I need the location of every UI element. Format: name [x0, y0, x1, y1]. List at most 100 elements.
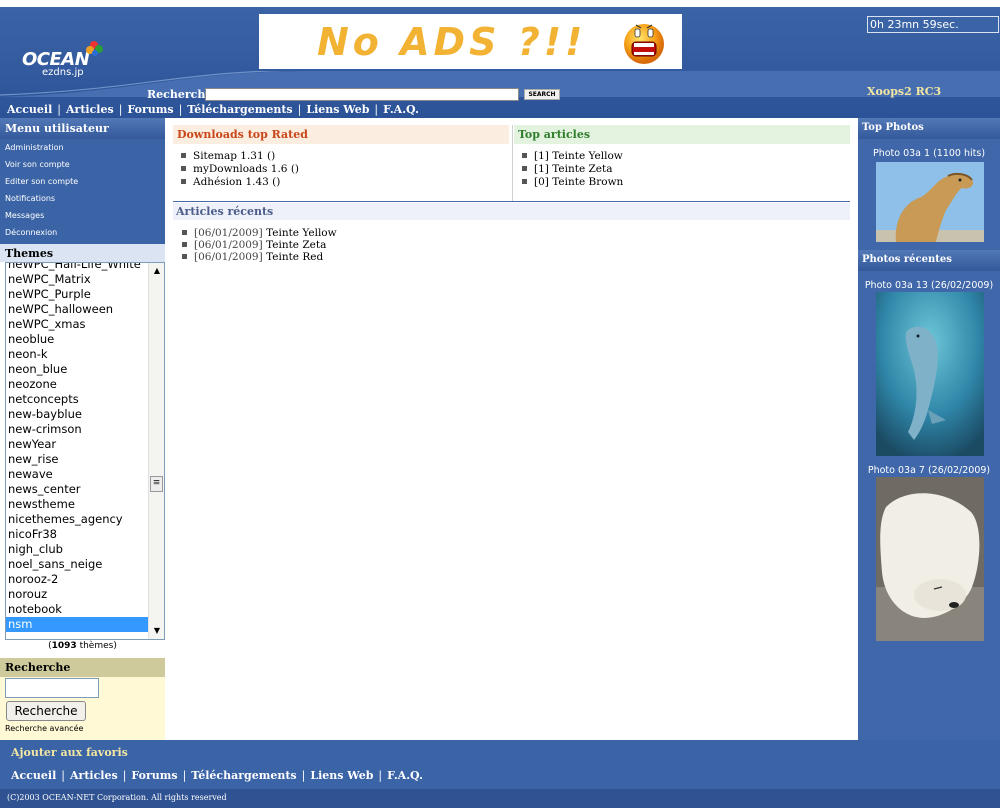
list-item[interactable]: [1] Teinte Yellow [522, 150, 850, 163]
top-photos-title: Top Photos [858, 118, 1000, 139]
bullet-icon [182, 230, 187, 235]
right-sidebar: Top Photos Photo 03a 1 (1100 hits) Photo… [858, 118, 1000, 740]
theme-option[interactable]: netconcepts [6, 392, 149, 407]
list-item[interactable]: myDownloads 1.6 () [181, 163, 509, 176]
article-link[interactable]: Teinte Zeta [266, 239, 326, 251]
theme-option[interactable]: new-crimson [6, 422, 149, 437]
recent-articles-block: Articles récents [06/01/2009] Teinte Yel… [173, 203, 850, 263]
footer-nav-liens-web[interactable]: Liens Web [310, 769, 373, 782]
list-item[interactable]: Adhésion 1.43 () [181, 176, 509, 189]
theme-option[interactable]: notebook [6, 602, 149, 617]
theme-option[interactable]: neWPC_Purple [6, 287, 149, 302]
theme-option[interactable]: news_center [6, 482, 149, 497]
footer-nav-articles[interactable]: Articles [70, 769, 118, 782]
list-item[interactable]: [1] Teinte Zeta [522, 163, 850, 176]
themes-count: (1093 thèmes) [48, 641, 117, 651]
theme-option[interactable]: neWPC_Half-Life_White [6, 263, 149, 272]
theme-option[interactable]: newstheme [6, 497, 149, 512]
nav-accueil[interactable]: Accueil [7, 103, 52, 116]
add-to-favorites-link[interactable]: Ajouter aux favoris [11, 746, 128, 759]
scroll-down-arrow-icon[interactable]: ▼ [149, 623, 164, 639]
theme-option[interactable]: new-bayblue [6, 407, 149, 422]
theme-option[interactable]: noel_sans_neige [6, 557, 149, 572]
list-item[interactable]: [06/01/2009] Teinte Zeta [182, 239, 850, 251]
theme-option[interactable]: new_rise [6, 452, 149, 467]
download-name[interactable]: Sitemap 1.31 [193, 150, 264, 162]
menu-item-deconnexion[interactable]: Déconnexion [0, 224, 165, 241]
menu-item-notifications[interactable]: Notifications [0, 190, 165, 207]
recent-photo-caption-2[interactable]: Photo 03a 7 (26/02/2009) [858, 465, 1000, 476]
theme-options: neWPC_Half-Life_White neWPC_Matrix neWPC… [6, 263, 149, 632]
menu-item-messages[interactable]: Messages [0, 207, 165, 224]
theme-option[interactable]: nicoFr38 [6, 527, 149, 542]
sidebar-search-input[interactable] [5, 678, 99, 698]
theme-option[interactable]: nigh_club [6, 542, 149, 557]
downloads-block-title: Downloads top Rated [173, 125, 509, 144]
article-link[interactable]: Teinte Zeta [552, 163, 612, 175]
recent-photos-title: Photos récentes [858, 250, 1000, 271]
bullet-icon [182, 254, 187, 259]
footer-nav-accueil[interactable]: Accueil [11, 769, 56, 782]
theme-select-list[interactable]: neWPC_Half-Life_White neWPC_Matrix neWPC… [5, 262, 165, 640]
theme-option[interactable]: newave [6, 467, 149, 482]
header-search-button[interactable]: SEARCH [524, 89, 560, 100]
theme-option[interactable]: newYear [6, 437, 149, 452]
theme-list-scrollbar[interactable]: ▲ ≡ ▼ [148, 263, 164, 639]
article-link[interactable]: Teinte Red [266, 251, 323, 263]
theme-option[interactable]: neon_blue [6, 362, 149, 377]
theme-option[interactable]: neWPC_xmas [6, 317, 149, 332]
theme-option[interactable]: neWPC_Matrix [6, 272, 149, 287]
top-photo-caption[interactable]: Photo 03a 1 (1100 hits) [858, 148, 1000, 159]
article-link[interactable]: Teinte Brown [552, 176, 623, 188]
list-item[interactable]: Sitemap 1.31 () [181, 150, 509, 163]
nav-forums[interactable]: Forums [127, 103, 173, 116]
top-strip [0, 0, 1000, 7]
footer-nav-faq[interactable]: F.A.Q. [387, 769, 423, 782]
top-articles-list: [1] Teinte Yellow [1] Teinte Zeta [0] Te… [514, 150, 850, 189]
copyright-notice: (C)2003 OCEAN-NET Corporation. All right… [0, 789, 1000, 808]
scroll-thumb[interactable]: ≡ [150, 476, 163, 492]
article-link[interactable]: Teinte Yellow [552, 150, 623, 162]
download-name[interactable]: myDownloads 1.6 [193, 163, 287, 175]
theme-option[interactable]: neon-k [6, 347, 149, 362]
site-logo[interactable]: OCEAN ezdns.jp [20, 39, 120, 84]
search-block: Recherche Recherche Recherche avancée [0, 658, 165, 740]
list-item[interactable]: [06/01/2009] Teinte Yellow [182, 227, 850, 239]
advanced-search-link[interactable]: Recherche avancée [5, 724, 83, 733]
theme-option[interactable]: norouz [6, 587, 149, 602]
nav-telechargements[interactable]: Téléchargements [187, 103, 292, 116]
list-item[interactable]: [06/01/2009] Teinte Red [182, 251, 850, 263]
footer-navigation: Accueil | Articles | Forums | Téléchargements |… [11, 769, 423, 782]
article-date: [06/01/2009] [194, 239, 263, 251]
sidebar-search-button[interactable]: Recherche [6, 701, 86, 721]
theme-option[interactable]: nicethemes_agency [6, 512, 149, 527]
polar-bear-photo[interactable] [876, 477, 984, 641]
nav-liens-web[interactable]: Liens Web [306, 103, 369, 116]
footer-nav-telechargements[interactable]: Téléchargements [191, 769, 296, 782]
footer-nav-forums[interactable]: Forums [131, 769, 177, 782]
ad-banner[interactable]: No ADS ?!! [259, 14, 682, 69]
session-timer: 0h 23mn 59sec. [867, 16, 999, 33]
download-name[interactable]: Adhésion 1.43 [193, 176, 269, 188]
themes-count-label: thèmes [79, 641, 114, 651]
theme-option[interactable]: norooz-2 [6, 572, 149, 587]
camel-photo[interactable] [876, 162, 984, 242]
nav-articles[interactable]: Articles [66, 103, 114, 116]
theme-option[interactable]: neoblue [6, 332, 149, 347]
theme-option-selected[interactable]: nsm [6, 617, 149, 632]
dolphin-photo[interactable] [876, 292, 984, 456]
top-articles-title: Top articles [514, 125, 850, 144]
scroll-up-arrow-icon[interactable]: ▲ [149, 263, 164, 279]
theme-option[interactable]: neWPC_halloween [6, 302, 149, 317]
menu-item-voir-compte[interactable]: Voir son compte [0, 156, 165, 173]
list-item[interactable]: [0] Teinte Brown [522, 176, 850, 189]
menu-item-administration[interactable]: Administration [0, 139, 165, 156]
nav-faq[interactable]: F.A.Q. [383, 103, 419, 116]
theme-option[interactable]: neozone [6, 377, 149, 392]
menu-item-editer-compte[interactable]: Editer son compte [0, 173, 165, 190]
article-link[interactable]: Teinte Yellow [266, 227, 337, 239]
header-search-input[interactable] [205, 88, 519, 101]
recent-photo-caption-1[interactable]: Photo 03a 13 (26/02/2009) [858, 280, 1000, 291]
top-navigation: Accueil | Articles | Forums | Téléchargements |… [7, 103, 419, 116]
download-rating: () [272, 176, 281, 188]
